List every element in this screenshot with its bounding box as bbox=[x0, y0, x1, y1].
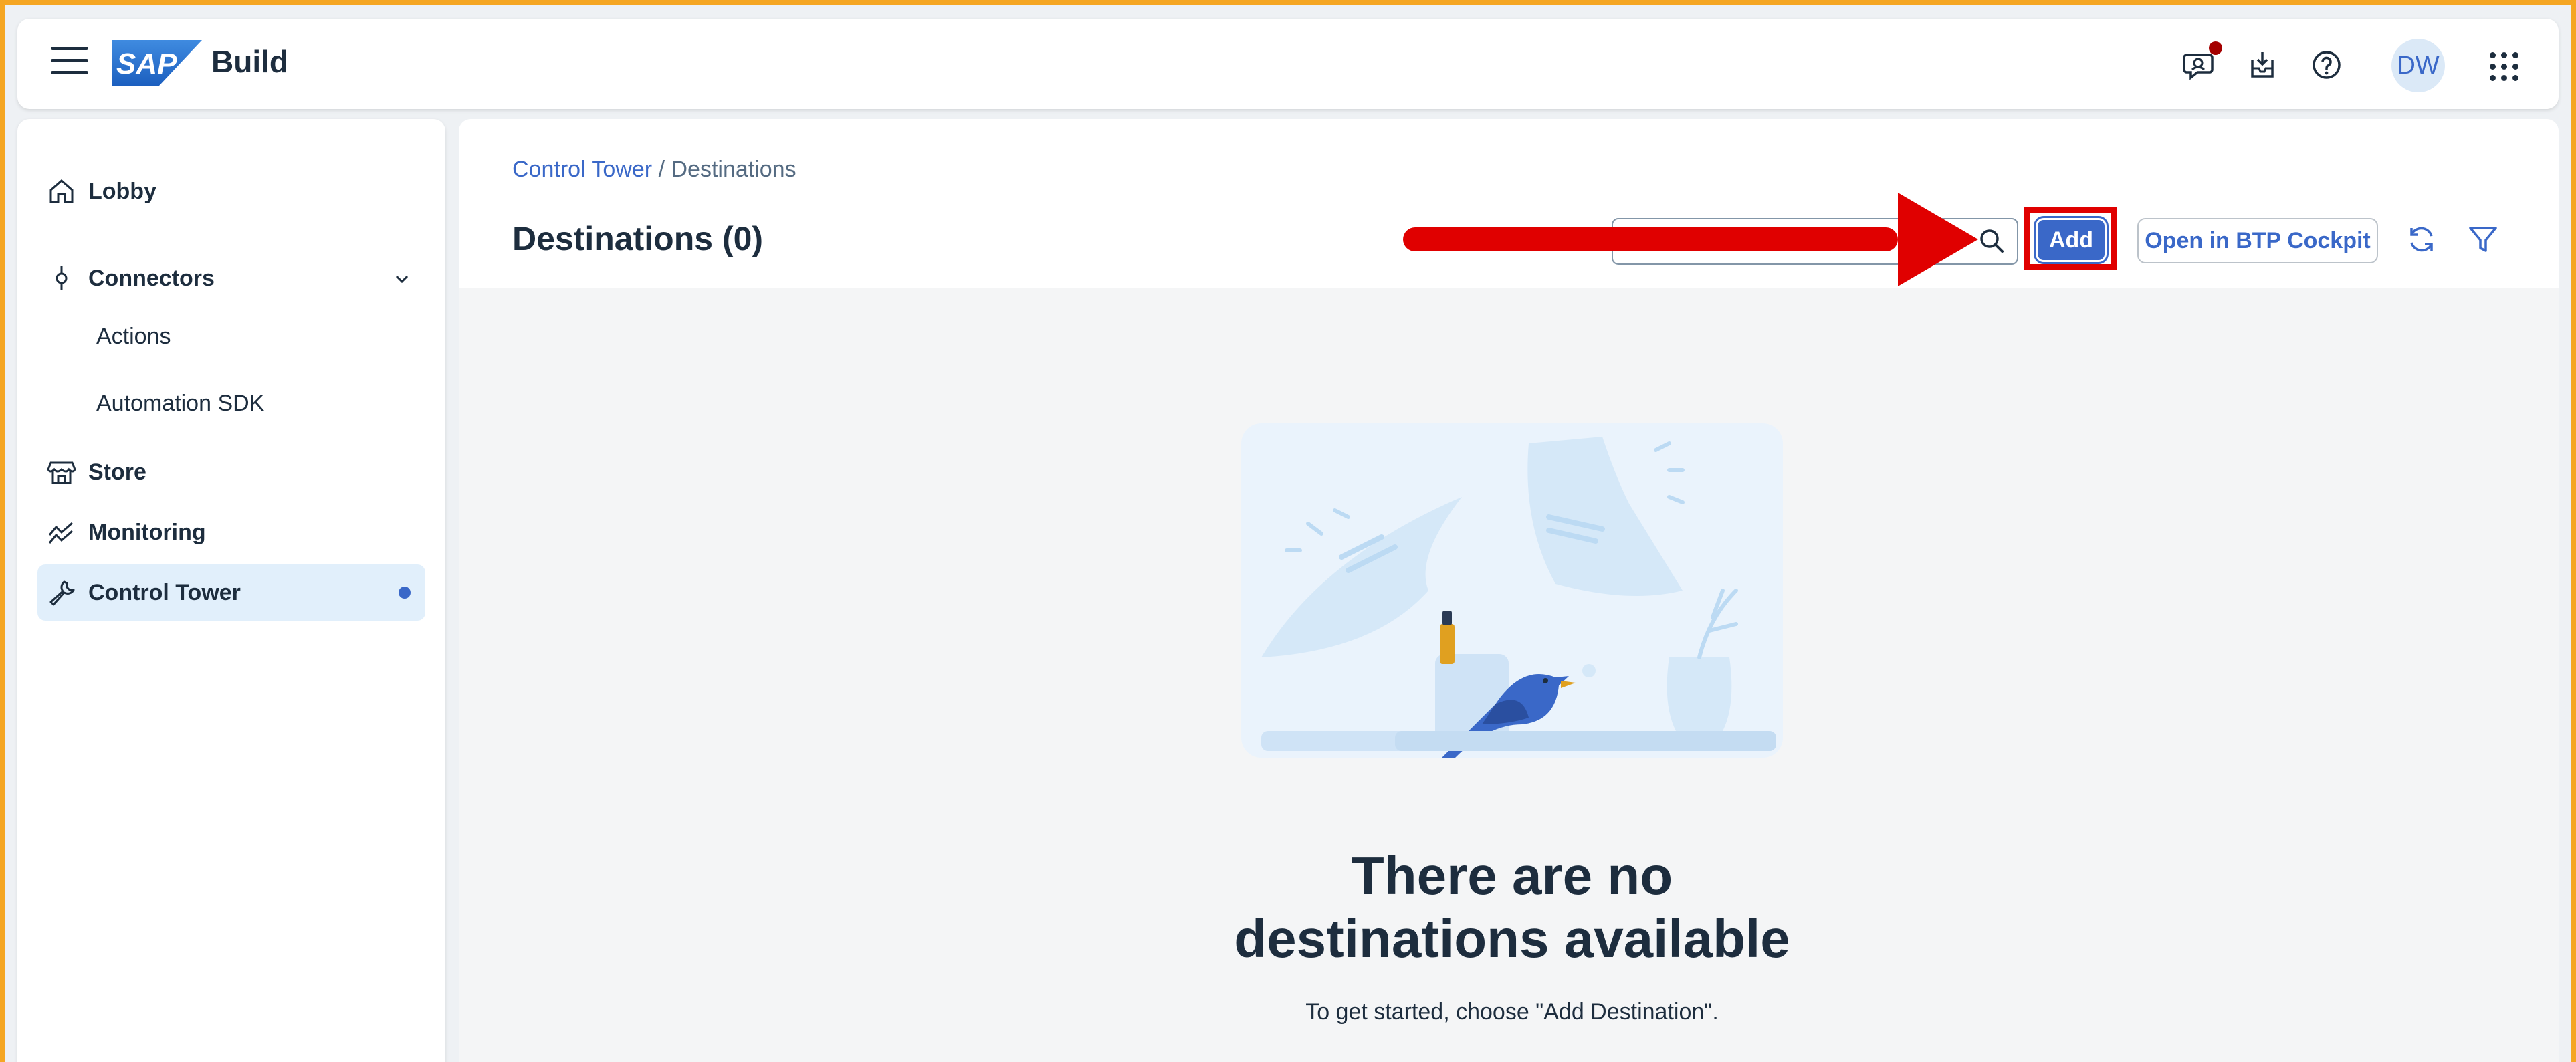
nav-item-actions[interactable]: Actions bbox=[96, 313, 171, 360]
search-icon[interactable] bbox=[1977, 226, 2006, 255]
refresh-icon[interactable] bbox=[2405, 223, 2438, 256]
nav-item-control-tower[interactable]: Control Tower bbox=[37, 564, 425, 621]
main-content: Control Tower / Destinations Destination… bbox=[459, 119, 2559, 1062]
feedback-icon[interactable] bbox=[2181, 48, 2215, 82]
menu-icon[interactable] bbox=[51, 47, 88, 80]
user-avatar[interactable]: DW bbox=[2391, 39, 2445, 92]
page-header: Control Tower / Destinations Destination… bbox=[459, 119, 2559, 288]
app-frame: SAP Build DW Lobby Connectors Actions Au… bbox=[5, 5, 2571, 1062]
connector-icon bbox=[47, 263, 76, 293]
chevron-down-icon[interactable] bbox=[392, 269, 412, 289]
open-in-btp-cockpit-button[interactable]: Open in BTP Cockpit bbox=[2137, 218, 2378, 263]
nav-item-label: Lobby bbox=[88, 178, 156, 204]
empty-state-title: There are no destinations available bbox=[1234, 846, 1790, 968]
home-icon bbox=[47, 177, 76, 206]
nav-item-connectors[interactable]: Connectors bbox=[37, 250, 425, 306]
annotation-arrow bbox=[1403, 193, 1978, 286]
app-grid-icon[interactable] bbox=[2490, 52, 2519, 82]
nav-item-monitoring[interactable]: Monitoring bbox=[37, 504, 425, 560]
nav-item-store[interactable]: Store bbox=[37, 444, 425, 500]
svg-text:SAP: SAP bbox=[116, 47, 177, 80]
breadcrumb: Control Tower / Destinations bbox=[512, 156, 796, 183]
empty-state-illustration bbox=[1241, 423, 1783, 758]
nav-item-label: Monitoring bbox=[88, 519, 206, 545]
wrench-icon bbox=[47, 578, 76, 607]
side-navigation: Lobby Connectors Actions Automation SDK … bbox=[17, 119, 445, 1062]
nav-item-automation-sdk[interactable]: Automation SDK bbox=[96, 380, 264, 427]
breadcrumb-link-control-tower[interactable]: Control Tower bbox=[512, 156, 652, 182]
empty-state-subtitle: To get started, choose "Add Destination"… bbox=[1305, 999, 1719, 1025]
add-button[interactable]: Add bbox=[2036, 218, 2107, 262]
store-icon bbox=[47, 457, 76, 487]
nav-item-label: Connectors bbox=[88, 265, 215, 291]
download-icon[interactable] bbox=[2246, 48, 2279, 82]
trend-icon bbox=[47, 518, 76, 547]
product-name: Build bbox=[211, 44, 288, 79]
page-title: Destinations (0) bbox=[512, 220, 764, 257]
active-indicator bbox=[399, 587, 411, 599]
nav-item-lobby[interactable]: Lobby bbox=[37, 163, 425, 219]
notification-badge bbox=[2209, 41, 2222, 55]
nav-item-label: Store bbox=[88, 459, 146, 485]
nav-item-label: Control Tower bbox=[88, 579, 241, 605]
breadcrumb-separator: / bbox=[652, 156, 671, 182]
sap-logo[interactable]: SAP bbox=[112, 40, 202, 86]
shell-bar: SAP Build DW bbox=[17, 19, 2559, 109]
help-icon[interactable] bbox=[2310, 48, 2343, 82]
filter-icon[interactable] bbox=[2466, 223, 2500, 256]
breadcrumb-current: Destinations bbox=[671, 156, 796, 182]
